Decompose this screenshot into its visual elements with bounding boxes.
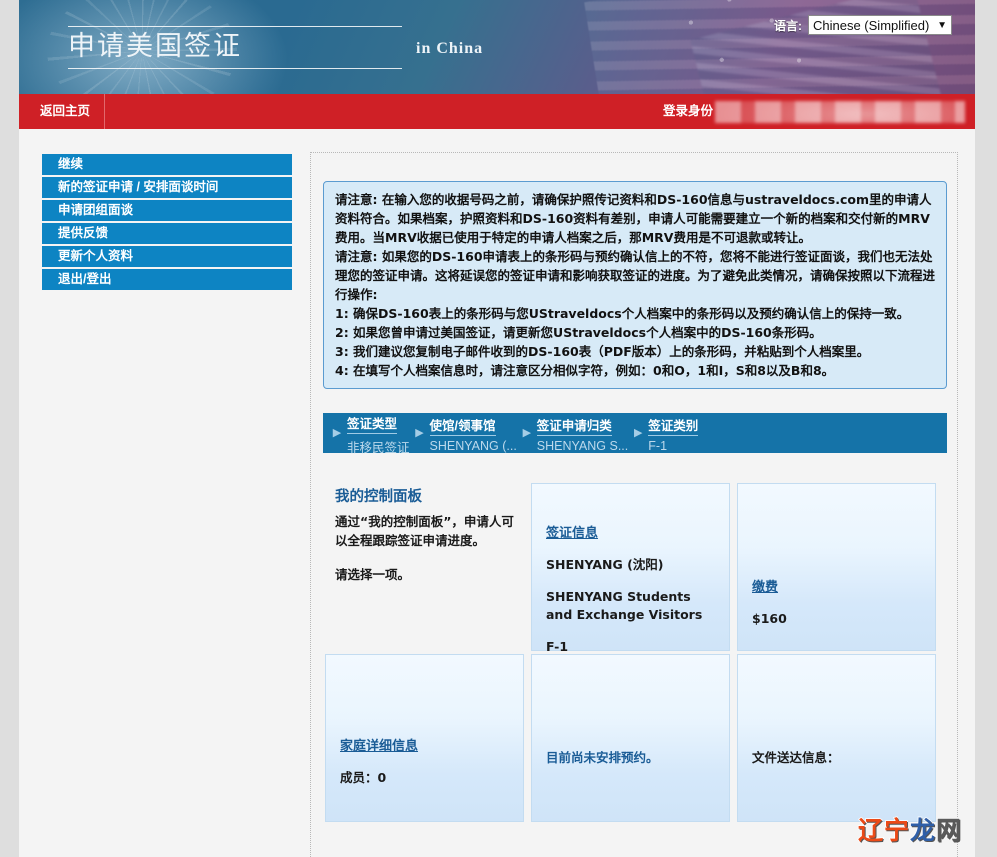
visa-information-card[interactable]: 签证信息 SHENYANG (沈阳) SHENYANG Students and… [531, 483, 730, 654]
redacted-user-identity [715, 100, 965, 123]
sidebar-item-group-appointment[interactable]: 申请团组面谈 [42, 200, 292, 221]
notice-step-2: 2: 如果您曾申请过美国签证，请更新您UStraveldocs个人档案中的DS-… [335, 325, 822, 340]
main-content-panel: 请注意: 在输入您的收据号码之前，请确保护照传记资料和DS-160信息与ustr… [310, 152, 958, 857]
body-area: 继续 新的签证申请 / 安排面谈时间 申请团组面谈 提供反馈 更新个人资料 退出… [19, 129, 975, 857]
dashboard-choose-prompt: 请选择一项。 [335, 567, 411, 582]
breadcrumb-step-category-group[interactable]: 签证申请归类 SHENYANG S... [536, 413, 629, 453]
dashboard-cell-family: 家庭详细信息 成员：0 [323, 654, 529, 822]
notice-step-1: 1: 确保DS-160表上的条形码与您UStraveldocs个人档案中的条形码… [335, 306, 910, 321]
appointment-status-message: 目前尚未安排预约。 [546, 751, 659, 765]
breadcrumb-step-label[interactable]: 使馆/领事馆 [429, 415, 496, 436]
visa-info-post: SHENYANG (沈阳) [546, 557, 664, 572]
visa-info-category-group: SHENYANG Students and Exchange Visitors [546, 589, 703, 622]
page-left-margin [0, 0, 19, 857]
page-right-margin [975, 0, 997, 857]
dashboard-cell-appointment: 目前尚未安排预约。 [529, 654, 735, 822]
dashboard-intro: 我的控制面板 通过“我的控制面板”，申请人可以全程跟踪签证申请进度。 请选择一项… [335, 485, 523, 583]
site-banner: 申请美国签证 in China 语言: Chinese (Simplified)… [19, 0, 975, 94]
dashboard-cell-visa-info: 签证信息 SHENYANG (沈阳) SHENYANG Students and… [529, 483, 735, 654]
sidebar-item-logout[interactable]: 退出/登出 [42, 269, 292, 290]
payment-link[interactable]: 缴费 [752, 576, 778, 595]
sidebar-nav: 继续 新的签证申请 / 安排面谈时间 申请团组面谈 提供反馈 更新个人资料 退出… [42, 154, 292, 292]
breadcrumb-arrow-icon: ▶ [634, 427, 643, 439]
family-details-link[interactable]: 家庭详细信息 [340, 735, 418, 754]
notice-paragraph-2: 请注意: 如果您的DS-160申请表上的条形码与预约确认信上的不符，您将不能进行… [335, 249, 936, 302]
breadcrumb-step-label[interactable]: 签证申请归类 [536, 415, 612, 436]
breadcrumb-step-value: SHENYANG S... [536, 439, 629, 453]
family-members-count: 成员：0 [340, 770, 387, 785]
breadcrumb-step-value: 非移民签证 [347, 440, 410, 455]
notice-step-4: 4: 在填写个人档案信息时，请注意区分相似字符，例如：0和O，1和I，S和8以及… [335, 363, 835, 378]
top-nav-bar: 返回主页 登录身份 [19, 94, 975, 129]
family-details-card[interactable]: 家庭详细信息 成员：0 [325, 654, 524, 822]
breadcrumb-step-value: F-1 [648, 439, 668, 453]
page-title: 申请美国签证 [68, 26, 402, 69]
login-identity: 登录身份 [663, 94, 965, 129]
breadcrumb-step-label[interactable]: 签证类别 [648, 415, 699, 436]
banner-title-wrap: 申请美国签证 [68, 26, 402, 69]
visa-information-link[interactable]: 签证信息 [546, 522, 598, 541]
payment-amount: $160 [752, 611, 787, 626]
dashboard-title: 我的控制面板 [335, 489, 422, 505]
sidebar-item-continue[interactable]: 继续 [42, 154, 292, 175]
breadcrumb-step-visa-type[interactable]: 签证类型 非移民签证 [347, 411, 410, 456]
login-identity-label: 登录身份 [662, 104, 713, 118]
dashboard-description: 通过“我的控制面板”，申请人可以全程跟踪签证申请进度。 [335, 514, 514, 548]
breadcrumb-step-value: SHENYANG (... [429, 439, 517, 453]
breadcrumb: ▶ 签证类型 非移民签证 ▶ 使馆/领事馆 SHENYANG (... ▶ 签证… [323, 411, 947, 456]
breadcrumb-arrow-icon: ▶ [332, 427, 342, 439]
document-delivery-label: 文件送达信息： [752, 751, 840, 765]
sidebar-item-feedback[interactable]: 提供反馈 [42, 223, 292, 244]
notice-paragraph-1: 请注意: 在输入您的收据号码之前，请确保护照传记资料和DS-160信息与ustr… [335, 192, 932, 245]
breadcrumb-arrow-icon: ▶ [522, 427, 532, 439]
breadcrumb-arrow-icon: ▶ [415, 427, 424, 439]
dashboard-cell-intro: 我的控制面板 通过“我的控制面板”，申请人可以全程跟踪签证申请进度。 请选择一项… [323, 483, 529, 651]
dashboard-cell-delivery: 文件送达信息： [735, 654, 941, 822]
banner-subtitle: in China [416, 40, 484, 57]
dashboard-grid: 我的控制面板 通过“我的控制面板”，申请人可以全程跟踪签证申请进度。 请选择一项… [323, 483, 947, 822]
notice-step-3: 3: 我们建议您复制电子邮件收到的DS-160表（PDF版本）上的条形码，并粘贴… [335, 344, 870, 359]
breadcrumb-step-visa-class[interactable]: 签证类别 F-1 [648, 413, 699, 453]
payment-card[interactable]: 缴费 $160 [737, 483, 936, 651]
home-link[interactable]: 返回主页 [28, 94, 106, 129]
sidebar-item-new-application[interactable]: 新的签证申请 / 安排面谈时间 [42, 177, 292, 198]
document-delivery-card[interactable]: 文件送达信息： [737, 654, 936, 822]
page-container: 申请美国签证 in China 语言: Chinese (Simplified)… [19, 0, 975, 857]
appointment-card[interactable]: 目前尚未安排预约。 [531, 654, 730, 822]
dashboard-cell-payment: 缴费 $160 [735, 483, 941, 651]
important-notice-box: 请注意: 在输入您的收据号码之前，请确保护照传记资料和DS-160信息与ustr… [323, 181, 947, 389]
language-select[interactable]: Chinese (Simplified)English [808, 15, 952, 35]
sidebar-item-update-profile[interactable]: 更新个人资料 [42, 246, 292, 267]
breadcrumb-step-label[interactable]: 签证类型 [347, 413, 398, 434]
language-selector[interactable]: 语言: Chinese (Simplified)English [774, 15, 952, 35]
language-label: 语言: [774, 18, 802, 33]
breadcrumb-step-post[interactable]: 使馆/领事馆 SHENYANG (... [429, 413, 517, 453]
